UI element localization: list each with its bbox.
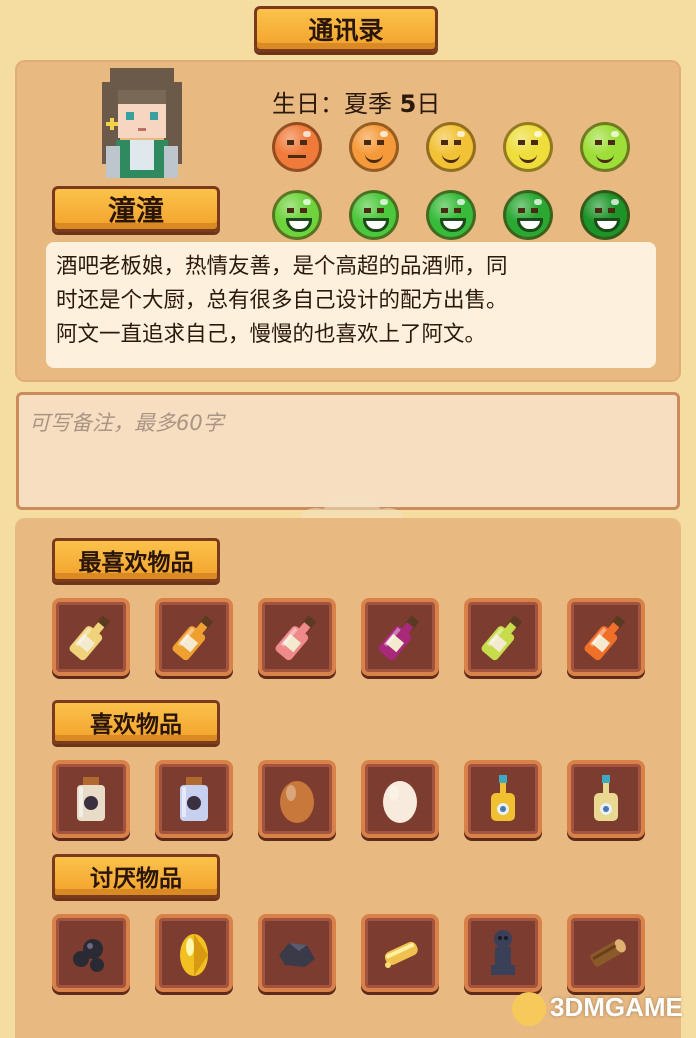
bread-icon [372,925,428,981]
item-slot[interactable] [464,914,542,992]
wine-bottle-icon [372,609,428,665]
description-line: 时还是个大厨，总有很多自己设计的配方出售。 [56,288,508,313]
affection-meter [272,122,652,258]
wine-bottle-icon [475,609,531,665]
coal-icon [63,925,119,981]
face-smile-icon [503,122,553,172]
face-smile-icon [580,122,630,172]
character-name: 潼潼 [52,186,220,232]
site-watermark: 3DMGAME [512,992,683,1027]
item-slot[interactable] [361,760,439,838]
item-grid [52,598,645,676]
face-smile-icon [426,122,476,172]
item-slot[interactable] [464,598,542,676]
birthday-season: 夏季 [344,90,392,118]
stone-icon [269,925,325,981]
face-happy-icon [272,190,322,240]
birthday-text: 生日：夏季 5日 [272,84,440,119]
item-grid [52,760,645,838]
item-slot[interactable] [52,760,130,838]
wine-bottle-icon [269,609,325,665]
item-slot[interactable] [155,598,233,676]
birthday-day: 5 [399,90,417,118]
item-slot[interactable] [258,760,336,838]
affection-row [272,122,652,172]
item-slot[interactable] [567,598,645,676]
wine-bottle-icon [166,609,222,665]
item-slot[interactable] [361,914,439,992]
watermark-logo-icon [512,992,546,1027]
gold-ore-icon [166,925,222,981]
item-slot[interactable] [464,760,542,838]
item-slot[interactable] [52,598,130,676]
section-label: 讨厌物品 [52,854,220,898]
character-portrait [102,68,182,178]
face-happy-icon [349,190,399,240]
statue-icon [475,925,531,981]
item-grid [52,914,645,992]
item-slot[interactable] [52,914,130,992]
character-description: 酒吧老板娘，热情友善，是个高超的品酒师，同 时还是个大厨，总有很多自己设计的配方… [46,242,656,368]
birthday-suffix: 日 [416,90,441,118]
section-label: 最喜欢物品 [52,538,220,582]
item-slot[interactable] [258,598,336,676]
wine-bottle-icon [63,609,119,665]
item-slot[interactable] [361,598,439,676]
potion-bottle-icon [578,771,634,827]
item-slot[interactable] [567,914,645,992]
brown-egg-icon [269,771,325,827]
item-slot[interactable] [155,760,233,838]
jar-icon [166,771,222,827]
face-happy-icon [503,190,553,240]
face-happy-icon [580,190,630,240]
face-sad-icon [272,122,322,172]
face-happy-icon [426,190,476,240]
potion-bottle-icon [475,771,531,827]
watermark-text: 3DMGAME [550,992,683,1022]
description-line: 酒吧老板娘，热情友善，是个高超的品酒师，同 [56,254,508,279]
item-slot[interactable] [258,914,336,992]
affection-row [272,190,652,240]
face-neutral-icon [349,122,399,172]
item-slot[interactable] [155,914,233,992]
title-button: 通讯录 [254,6,438,52]
white-egg-icon [372,771,428,827]
section-label: 喜欢物品 [52,700,220,744]
log-icon [578,925,634,981]
jar-icon [63,771,119,827]
wine-bottle-icon [578,609,634,665]
item-slot[interactable] [567,760,645,838]
birthday-label: 生日： [272,90,344,118]
description-line: 阿文一直追求自己，慢慢的也喜欢上了阿文。 [56,322,487,347]
